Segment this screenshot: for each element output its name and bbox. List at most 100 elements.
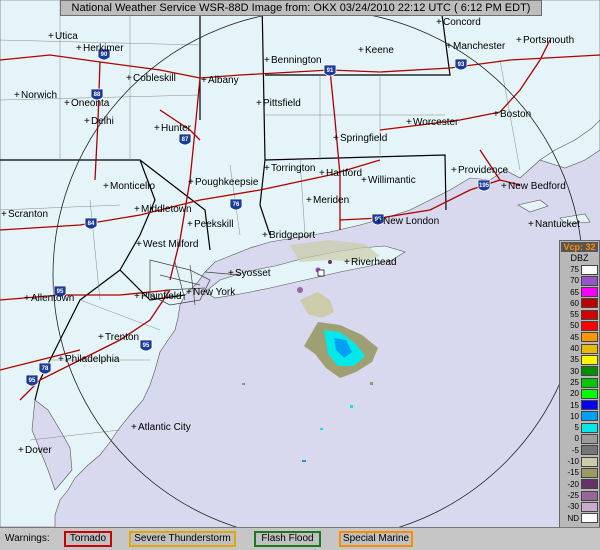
dbz-legend: Vcp: 32 DBZ 75 70 65 60 55 50 45 40 35 30 25 20 15 10… [559,240,600,543]
city-label: Monticello [110,181,155,192]
city-label: West Milford [143,239,198,250]
city-label: Plainfield [141,291,182,302]
city-label: Albany [208,75,239,86]
city-label: Torrington [271,163,315,174]
city-marker: + [376,216,382,227]
city-marker: + [344,257,350,268]
legend-color-swatch [581,275,598,286]
city-label: Portsmouth [523,35,574,46]
legend-level-label: -30 [567,502,579,512]
city-label: Worcester [413,117,459,128]
legend-row: 30 [560,366,599,377]
legend-row: 20 [560,388,599,399]
shield-number: 93 [458,62,465,68]
warning-severe-thunderstorm[interactable]: Severe Thunderstorm [129,531,236,547]
legend-row: 65 [560,287,599,298]
city-label: Meriden [313,195,349,206]
legend-level-label: 10 [570,411,579,421]
shield-number: 95 [143,343,150,349]
interstate-shield: 78 [38,362,52,375]
legend-color-swatch [581,287,598,298]
city-label: Allentown [31,293,74,304]
legend-color-swatch [581,298,598,309]
city-label: Willimantic [368,175,416,186]
city-marker: + [186,287,192,298]
city-marker: + [436,17,442,28]
city-label: Philadelphia [65,354,120,365]
city-marker: + [14,90,20,101]
legend-color-swatch [581,445,598,456]
city-label: Boston [500,109,531,120]
legend-color-swatch [581,400,598,411]
city-marker: + [134,204,140,215]
radar-map: 908887919384959595781957695 + Utica+ Herki… [0,0,600,527]
legend-color-swatch [581,388,598,399]
legend-level-label: 45 [570,332,579,342]
city-marker: + [1,209,7,220]
legend-color-swatch [581,332,598,343]
city-marker: + [493,109,499,120]
legend-row: 70 [560,275,599,286]
city-label: Utica [55,31,78,42]
legend-level-label: 35 [570,355,579,365]
city-marker: + [48,31,54,42]
city-label: Peekskill [194,219,233,230]
shield-number: 87 [182,137,189,143]
interstate-shield: 87 [178,133,192,146]
legend-level-label: 60 [570,298,579,308]
interstate-shield: 95 [25,374,39,387]
legend-row: 35 [560,354,599,365]
city-marker: + [58,354,64,365]
legend-level-label: ND [567,513,579,523]
warning-flash-flood[interactable]: Flash Flood [254,531,321,547]
radar-site-marker [317,269,325,277]
city-marker: + [306,195,312,206]
legend-level-label: -5 [571,445,579,455]
city-marker: + [24,293,30,304]
legend-row: 60 [560,298,599,309]
legend-level-label: 20 [570,389,579,399]
legend-level-label: -20 [567,479,579,489]
legend-color-swatch [581,354,598,365]
warnings-bar: Warnings: Tornado Severe Thunderstorm Fl… [0,527,600,550]
city-label: Cobleskill [133,73,176,84]
legend-color-swatch [581,309,598,320]
legend-color-swatch [581,264,598,275]
city-label: Oneonta [71,98,110,109]
interstate-shield: 84 [84,217,98,230]
city-label: New York [193,287,236,298]
legend-row: -25 [560,490,599,501]
city-marker: + [201,75,207,86]
city-marker: + [262,230,268,241]
radar-header: National Weather Service WSR-88D Image f… [60,0,542,16]
dbz-unit-label: DBZ [570,253,589,263]
city-marker: + [18,445,24,456]
city-label: Keene [365,45,394,56]
legend-level-label: 75 [570,265,579,274]
warnings-label: Warnings: [5,533,50,544]
legend-level-label: 50 [570,321,579,331]
city-label: New London [383,216,439,227]
warning-special-marine[interactable]: Special Marine [339,531,413,547]
legend-color-swatch [581,377,598,388]
legend-row: -5 [560,445,599,456]
legend-row: 55 [560,309,599,320]
city-marker: + [501,181,507,192]
legend-level-label: -25 [567,490,579,500]
city-label: Providence [458,165,508,176]
legend-scale: 75 70 65 60 55 50 45 40 35 30 25 20 15 10 5 0 -5 -10 -15 -2… [560,264,599,524]
city-label: Scranton [8,209,48,220]
city-label: Nantucket [535,219,580,230]
city-marker: + [131,422,137,433]
legend-color-swatch [581,456,598,467]
legend-row: -10 [560,456,599,467]
city-label: Bridgeport [269,230,315,241]
city-label: Springfield [340,133,387,144]
city-label: Middletown [141,204,192,215]
legend-row: 10 [560,411,599,422]
warning-tornado[interactable]: Tornado [64,531,112,547]
legend-row: 40 [560,343,599,354]
legend-row: 75 [560,264,599,275]
vcp-label: Vcp: 32 [561,242,598,252]
city-marker: + [84,116,90,127]
